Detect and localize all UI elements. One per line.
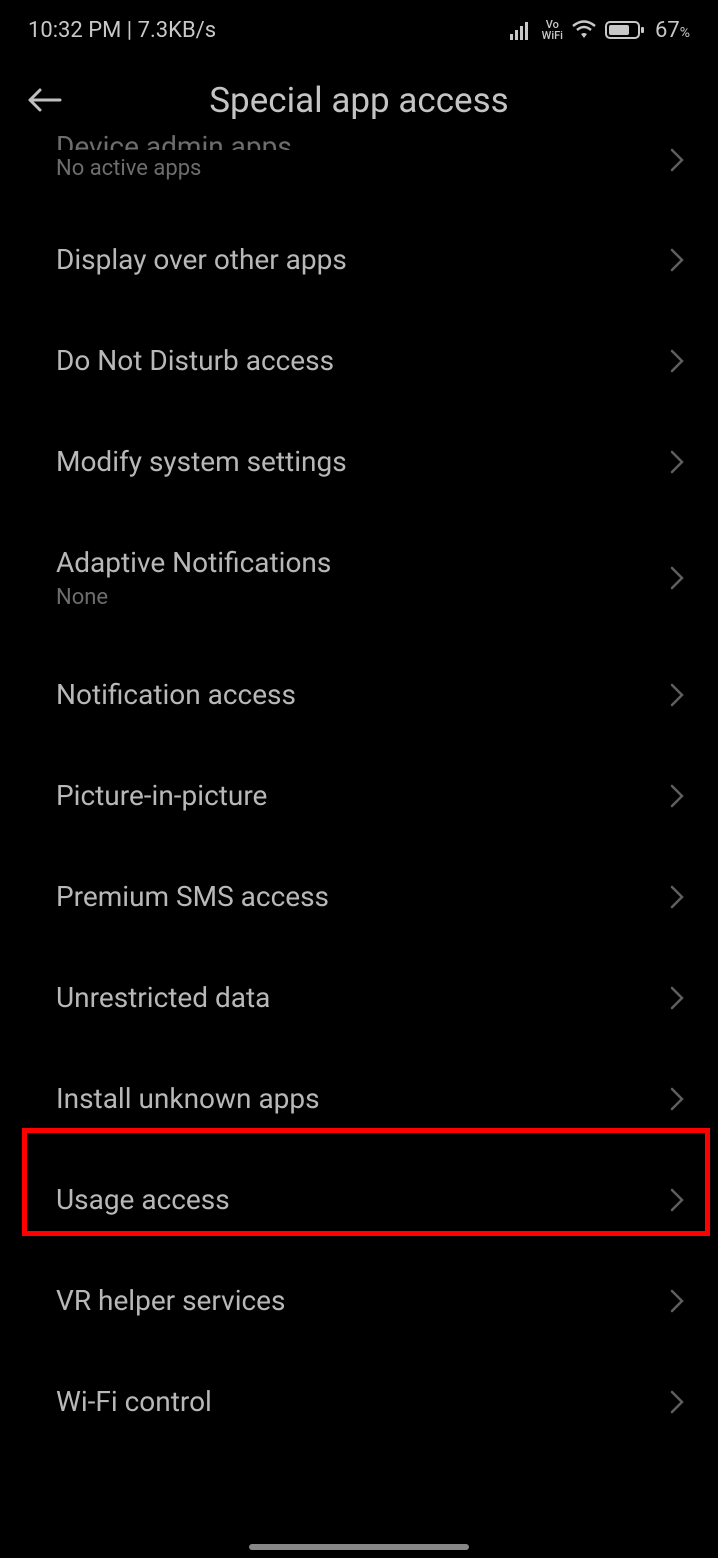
setting-item-display-over-other-apps[interactable]: Display over other apps bbox=[0, 209, 718, 310]
setting-item-install-unknown-apps[interactable]: Install unknown apps bbox=[0, 1048, 718, 1149]
item-label: Adaptive Notifications bbox=[56, 546, 331, 579]
status-speed: 7.3KB/s bbox=[138, 18, 216, 43]
setting-item-vr-helper-services[interactable]: VR helper services bbox=[0, 1250, 718, 1351]
chevron-right-icon bbox=[670, 784, 684, 808]
item-label: Install unknown apps bbox=[56, 1082, 320, 1115]
setting-item-usage-access[interactable]: Usage access bbox=[0, 1149, 718, 1250]
chevron-right-icon bbox=[670, 1087, 684, 1111]
item-label: Notification access bbox=[56, 678, 296, 711]
chevron-right-icon bbox=[670, 986, 684, 1010]
item-label: Do Not Disturb access bbox=[56, 344, 334, 377]
chevron-right-icon bbox=[670, 885, 684, 909]
page-title: Special app access bbox=[26, 80, 692, 121]
item-label: Picture-in-picture bbox=[56, 779, 267, 812]
chevron-right-icon bbox=[670, 1390, 684, 1414]
status-right: Vo WiFi 67% bbox=[510, 18, 690, 43]
battery-icon bbox=[605, 20, 645, 40]
wifi-icon bbox=[571, 20, 597, 40]
chevron-right-icon bbox=[670, 450, 684, 474]
item-label: Modify system settings bbox=[56, 445, 347, 478]
item-label: Premium SMS access bbox=[56, 880, 329, 913]
vowifi-icon: Vo WiFi bbox=[542, 19, 563, 41]
home-indicator[interactable] bbox=[249, 1544, 469, 1550]
signal-icon bbox=[510, 20, 534, 40]
chevron-right-icon bbox=[670, 248, 684, 272]
item-sublabel: No active apps bbox=[56, 156, 292, 181]
setting-item-notification-access[interactable]: Notification access bbox=[0, 644, 718, 745]
setting-item-do-not-disturb-access[interactable]: Do Not Disturb access bbox=[0, 310, 718, 411]
settings-list: Device admin apps No active apps Display… bbox=[0, 138, 718, 1452]
chevron-right-icon bbox=[670, 683, 684, 707]
header: Special app access bbox=[0, 50, 718, 140]
setting-item-wifi-control[interactable]: Wi-Fi control bbox=[0, 1351, 718, 1452]
item-label: Wi-Fi control bbox=[56, 1385, 212, 1418]
setting-item-unrestricted-data[interactable]: Unrestricted data bbox=[0, 947, 718, 1048]
item-sublabel: None bbox=[56, 585, 331, 610]
chevron-right-icon bbox=[670, 349, 684, 373]
setting-item-modify-system-settings[interactable]: Modify system settings bbox=[0, 411, 718, 512]
item-label: Device admin apps bbox=[56, 130, 292, 150]
chevron-right-icon bbox=[670, 1188, 684, 1212]
status-separator: | bbox=[121, 18, 137, 43]
item-label: Usage access bbox=[56, 1183, 230, 1216]
status-time: 10:32 PM bbox=[28, 18, 121, 43]
setting-item-device-admin-apps[interactable]: Device admin apps No active apps bbox=[0, 138, 718, 209]
status-bar: 10:32 PM | 7.3KB/s Vo WiFi 67% bbox=[0, 0, 718, 50]
chevron-right-icon bbox=[670, 566, 684, 590]
status-left: 10:32 PM | 7.3KB/s bbox=[28, 18, 216, 43]
chevron-right-icon bbox=[670, 148, 684, 172]
item-label: VR helper services bbox=[56, 1284, 285, 1317]
battery-percentage: 67% bbox=[655, 18, 690, 43]
setting-item-picture-in-picture[interactable]: Picture-in-picture bbox=[0, 745, 718, 846]
setting-item-adaptive-notifications[interactable]: Adaptive Notifications None bbox=[0, 512, 718, 644]
chevron-right-icon bbox=[670, 1289, 684, 1313]
item-label: Display over other apps bbox=[56, 243, 347, 276]
setting-item-premium-sms-access[interactable]: Premium SMS access bbox=[0, 846, 718, 947]
item-label: Unrestricted data bbox=[56, 981, 270, 1014]
